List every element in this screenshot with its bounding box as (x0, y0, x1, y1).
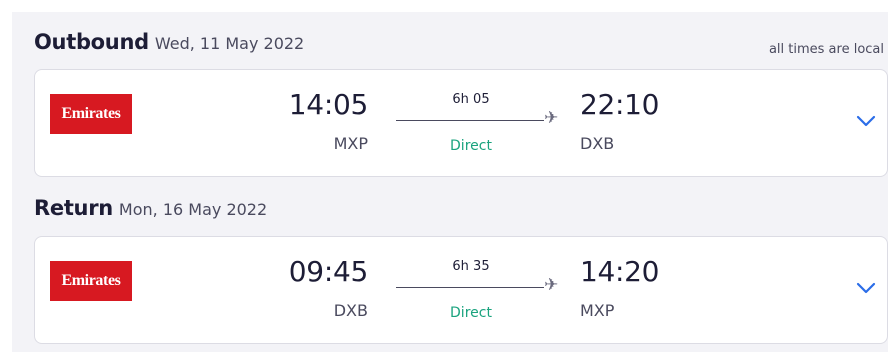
outbound-flight-card[interactable]: Emirates 14:05 MXP 6h 05 ✈ Direct 22:10 … (34, 69, 888, 177)
outbound-header: Outbound Wed, 11 May 2022 (34, 30, 304, 70)
leg-date: Wed, 11 May 2022 (154, 34, 305, 53)
itinerary-panel: Outbound Wed, 11 May 2022 all times are … (12, 12, 888, 352)
chevron-down-icon[interactable] (855, 114, 877, 128)
departure-airport: MXP (333, 134, 368, 153)
route-line (396, 120, 544, 121)
arrival-time: 22:10 (580, 88, 660, 121)
plane-icon: ✈ (544, 275, 559, 295)
stops-label: Direct (450, 138, 492, 154)
arrival-airport: MXP (580, 301, 615, 320)
departure-time: 14:05 (288, 88, 369, 121)
flight-duration: 6h 35 (452, 259, 490, 274)
plane-icon: ✈ (544, 108, 559, 128)
leg-title: Outbound (34, 30, 149, 54)
arrival-time: 14:20 (580, 255, 660, 288)
airline-logo: Emirates (50, 94, 132, 134)
route-line (396, 287, 544, 288)
leg-date: Mon, 16 May 2022 (118, 200, 268, 219)
timezone-note: all times are local (768, 42, 884, 57)
stops-label: Direct (450, 305, 492, 321)
arrival-airport: DXB (580, 134, 615, 153)
airline-logo: Emirates (50, 261, 132, 301)
leg-title: Return (34, 196, 113, 220)
departure-time: 09:45 (288, 255, 369, 288)
departure-airport: DXB (333, 301, 368, 320)
flight-duration: 6h 05 (452, 92, 490, 107)
return-header: Return Mon, 16 May 2022 (34, 196, 267, 236)
chevron-down-icon[interactable] (855, 281, 877, 295)
return-flight-card[interactable]: Emirates 09:45 DXB 6h 35 ✈ Direct 14:20 … (34, 236, 888, 344)
